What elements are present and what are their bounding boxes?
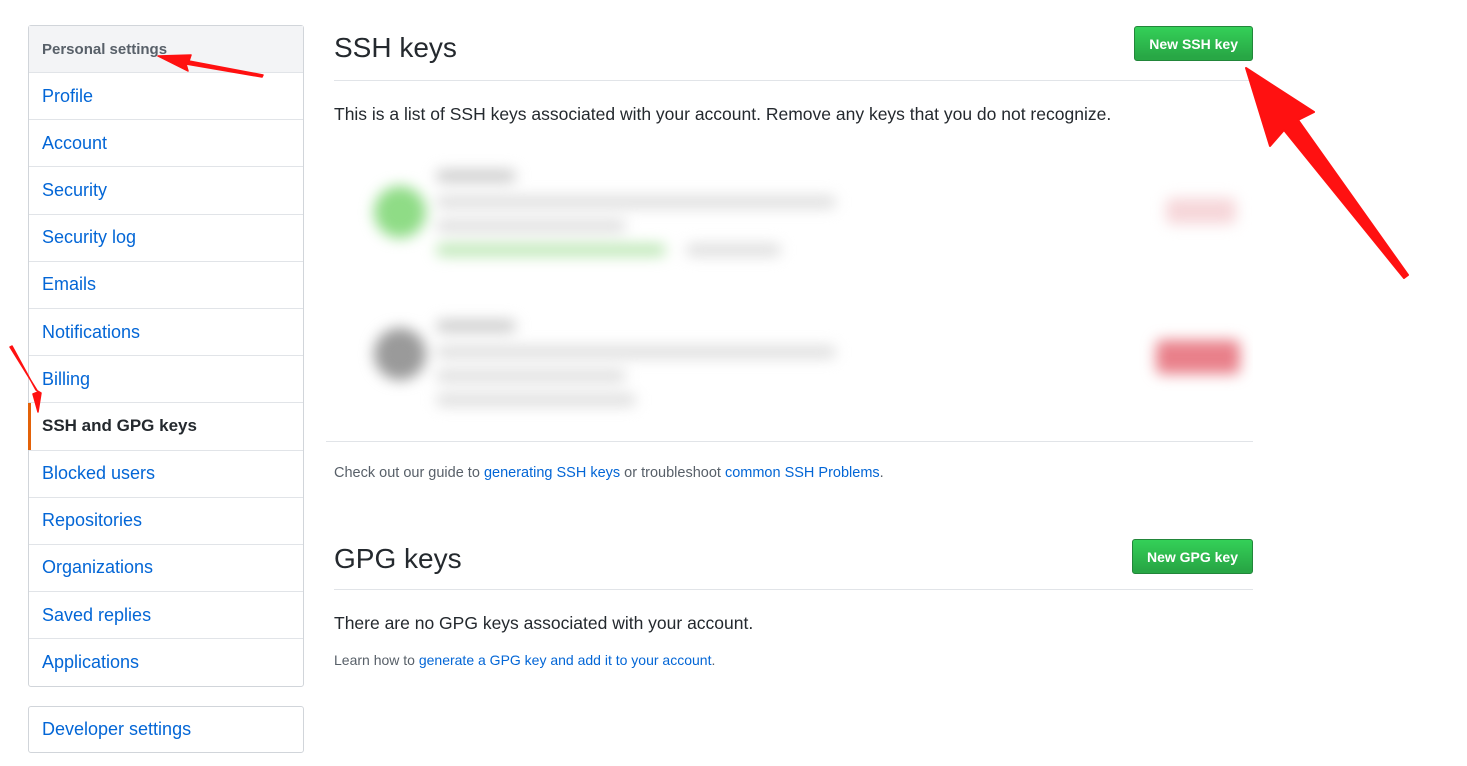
- ssh-guide-suffix: .: [879, 465, 884, 481]
- generate-gpg-key-link[interactable]: generate a GPG key and add it to your ac…: [419, 652, 712, 668]
- delete-button-placeholder: [1166, 198, 1236, 224]
- ssh-keys-subhead: SSH keys New SSH key: [334, 22, 1253, 81]
- sidebar-item-emails[interactable]: Emails: [29, 262, 303, 309]
- ssh-key-row-redacted: [326, 148, 1253, 298]
- new-gpg-key-button[interactable]: New GPG key: [1131, 539, 1253, 574]
- ssh-key-row-redacted: [326, 298, 1253, 441]
- delete-button-placeholder: [1156, 340, 1240, 374]
- key-status-icon: [374, 186, 426, 238]
- gpg-learn-note: Learn how to generate a GPG key and add …: [334, 652, 715, 668]
- key-date-placeholder: [436, 220, 626, 232]
- key-usage-placeholder: [436, 244, 666, 256]
- sidebar-item-blocked-users[interactable]: Blocked users: [29, 451, 303, 498]
- key-fingerprint-placeholder: [436, 196, 836, 208]
- ssh-guide-prefix: Check out our guide to: [334, 465, 484, 481]
- sidebar-item-saved-replies[interactable]: Saved replies: [29, 592, 303, 640]
- ssh-keys-list: [326, 138, 1253, 442]
- new-ssh-key-button[interactable]: New SSH key: [1134, 26, 1253, 61]
- ssh-guide-middle: or troubleshoot: [620, 465, 725, 481]
- key-title-placeholder: [436, 170, 516, 182]
- sidebar-item-security-log[interactable]: Security log: [29, 215, 303, 262]
- gpg-empty-text: There are no GPG keys associated with yo…: [334, 613, 754, 633]
- generating-ssh-keys-link[interactable]: generating SSH keys: [484, 465, 620, 481]
- gpg-keys-heading: GPG keys: [334, 542, 462, 574]
- key-date-placeholder: [436, 370, 626, 382]
- sidebar-item-billing[interactable]: Billing: [29, 356, 303, 404]
- gpg-learn-suffix: .: [711, 652, 716, 668]
- sidebar-item-repositories[interactable]: Repositories: [29, 498, 303, 545]
- ssh-keys-description: This is a list of SSH keys associated wi…: [334, 104, 1112, 124]
- key-status-icon: [374, 328, 426, 380]
- sidebar-item-organizations[interactable]: Organizations: [29, 545, 303, 593]
- sidebar-item-ssh-gpg-keys[interactable]: SSH and GPG keys: [28, 403, 303, 451]
- sidebar-item-applications[interactable]: Applications: [29, 639, 303, 686]
- common-ssh-problems-link[interactable]: common SSH Problems: [725, 465, 880, 481]
- ssh-keys-heading: SSH keys: [334, 32, 457, 63]
- gpg-keys-subhead: GPG keys New GPG key: [334, 530, 1253, 590]
- sidebar-item-notifications[interactable]: Notifications: [29, 309, 303, 357]
- key-fingerprint-placeholder: [436, 346, 836, 358]
- sidebar-header: Personal settings: [29, 26, 303, 73]
- key-usage-placeholder: [436, 394, 636, 406]
- key-title-placeholder: [436, 320, 516, 332]
- settings-sidebar: Personal settings Profile Account Securi…: [28, 25, 304, 688]
- sidebar-item-security[interactable]: Security: [29, 167, 303, 215]
- gpg-learn-prefix: Learn how to: [334, 652, 419, 668]
- sidebar-item-account[interactable]: Account: [29, 120, 303, 168]
- key-usage-date-placeholder: [686, 244, 781, 256]
- annotation-arrow-new-ssh-key: [1245, 67, 1409, 279]
- sidebar-item-developer-settings[interactable]: Developer settings: [28, 706, 304, 753]
- ssh-guide-note: Check out our guide to generating SSH ke…: [334, 465, 884, 481]
- sidebar-item-profile[interactable]: Profile: [29, 73, 303, 121]
